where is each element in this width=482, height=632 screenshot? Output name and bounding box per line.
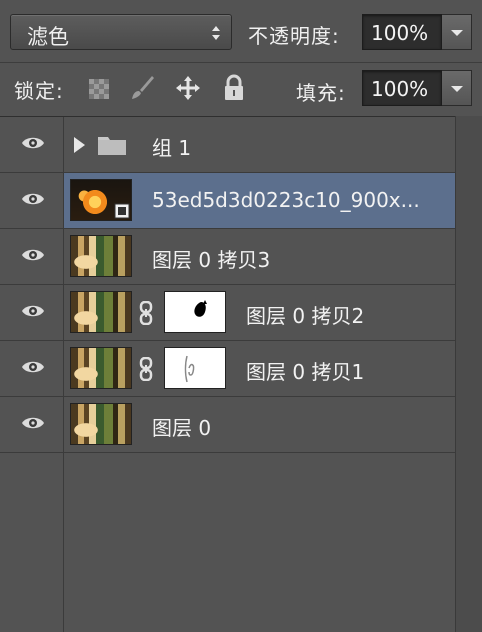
eye-icon xyxy=(22,417,44,429)
eye-icon xyxy=(22,305,44,317)
layer-thumbnail[interactable] xyxy=(70,403,132,445)
visibility-toggle[interactable] xyxy=(0,285,64,340)
opacity-label: 不透明度: xyxy=(248,24,340,48)
layer-mask-thumbnail[interactable] xyxy=(164,347,226,389)
smart-object-badge-icon xyxy=(114,203,130,219)
layers-panel: 滤色 不透明度: 100% 锁定: 填充: 100% 组 1 53ed5d3d0… xyxy=(0,0,482,632)
layer-name: 图层 0 拷贝1 xyxy=(246,360,365,384)
divider xyxy=(0,62,482,63)
layer-thumbnail[interactable] xyxy=(70,291,132,333)
opacity-input[interactable]: 100% xyxy=(362,14,442,50)
visibility-toggle[interactable] xyxy=(0,117,64,172)
layer-name: 组 1 xyxy=(152,136,192,160)
lock-image-pixels-brush-icon[interactable] xyxy=(128,74,156,102)
layer-row[interactable]: 图层 0 xyxy=(0,397,455,453)
lock-label: 锁定: xyxy=(14,79,64,103)
expand-arrow-icon[interactable] xyxy=(74,137,85,153)
mask-link-chain-icon[interactable] xyxy=(138,301,154,325)
eye-icon xyxy=(22,361,44,373)
lock-all-icon[interactable] xyxy=(222,74,246,102)
opacity-dropdown-button[interactable] xyxy=(442,14,472,50)
blend-mode-value: 滤色 xyxy=(27,25,69,49)
layer-name: 图层 0 拷贝3 xyxy=(152,248,271,272)
layer-row[interactable]: 图层 0 拷贝2 xyxy=(0,285,455,341)
folder-icon xyxy=(98,137,126,155)
fill-label: 填充: xyxy=(296,81,346,105)
visibility-toggle[interactable] xyxy=(0,173,64,228)
visibility-toggle[interactable] xyxy=(0,229,64,284)
updown-arrows-icon xyxy=(212,26,220,40)
layers-scrollbar[interactable] xyxy=(455,116,482,632)
layer-row-smart-object[interactable]: 53ed5d3d0223c10_900x... xyxy=(0,173,455,229)
mask-link-chain-icon[interactable] xyxy=(138,357,154,381)
eye-icon xyxy=(22,249,44,261)
opacity-value: 100% xyxy=(371,21,429,45)
fill-value: 100% xyxy=(371,77,429,101)
layer-row-group-1[interactable]: 组 1 xyxy=(0,117,455,173)
blend-mode-select[interactable]: 滤色 xyxy=(10,14,232,50)
layer-thumbnail[interactable] xyxy=(70,347,132,389)
eye-icon xyxy=(22,193,44,205)
eye-column-divider xyxy=(63,453,64,632)
layer-thumbnail[interactable] xyxy=(70,235,132,277)
eye-icon xyxy=(22,137,44,149)
layer-row[interactable]: 图层 0 拷贝3 xyxy=(0,229,455,285)
layer-mask-thumbnail[interactable] xyxy=(164,291,226,333)
fill-input[interactable]: 100% xyxy=(362,70,442,106)
mask-shape xyxy=(184,355,195,383)
mask-shape xyxy=(194,300,207,317)
visibility-toggle[interactable] xyxy=(0,341,64,396)
fill-dropdown-button[interactable] xyxy=(442,70,472,106)
layer-name: 图层 0 拷贝2 xyxy=(246,304,365,328)
visibility-toggle[interactable] xyxy=(0,397,64,452)
layer-name: 53ed5d3d0223c10_900x... xyxy=(152,188,420,212)
lock-position-move-icon[interactable] xyxy=(174,74,202,102)
layer-name: 图层 0 xyxy=(152,416,212,440)
lock-transparent-pixels-icon[interactable] xyxy=(88,78,110,100)
layer-row[interactable]: 图层 0 拷贝1 xyxy=(0,341,455,397)
